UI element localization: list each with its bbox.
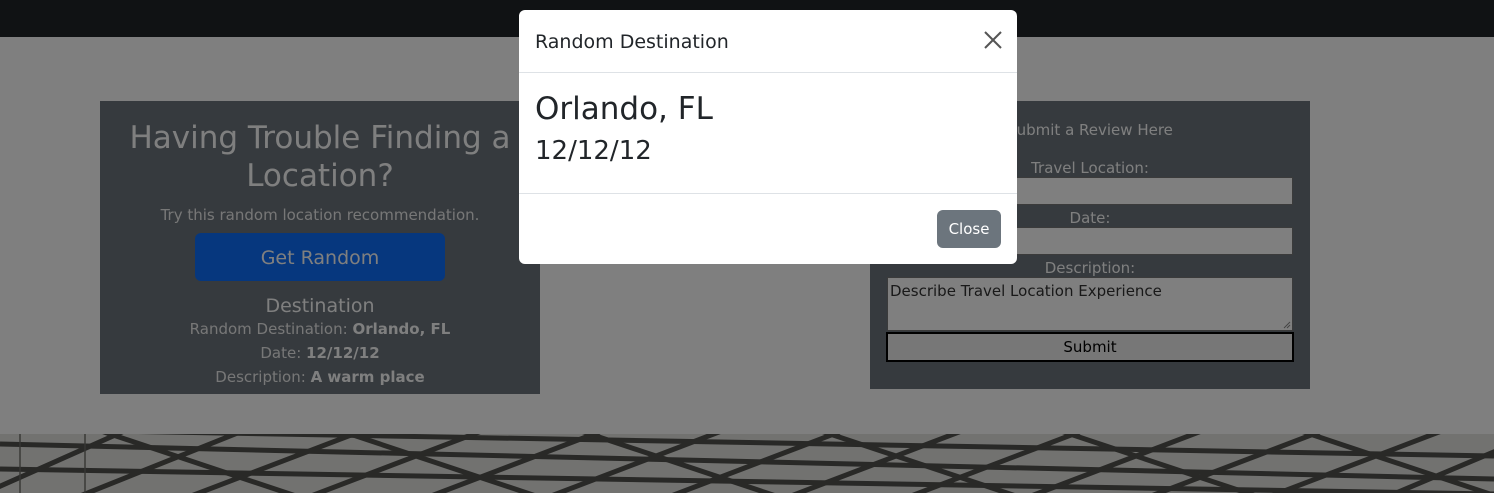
modal-destination: Orlando, FL [535, 91, 713, 127]
random-destination-modal: Random Destination Orlando, FL 12/12/12 … [519, 10, 1017, 264]
modal-footer: Close [519, 194, 1017, 264]
modal-header: Random Destination [519, 10, 1017, 73]
close-icon[interactable] [981, 28, 1005, 52]
modal-body: Orlando, FL 12/12/12 [519, 73, 1017, 194]
close-button[interactable]: Close [937, 210, 1001, 248]
modal-date: 12/12/12 [535, 136, 652, 166]
modal-title: Random Destination [535, 31, 729, 53]
